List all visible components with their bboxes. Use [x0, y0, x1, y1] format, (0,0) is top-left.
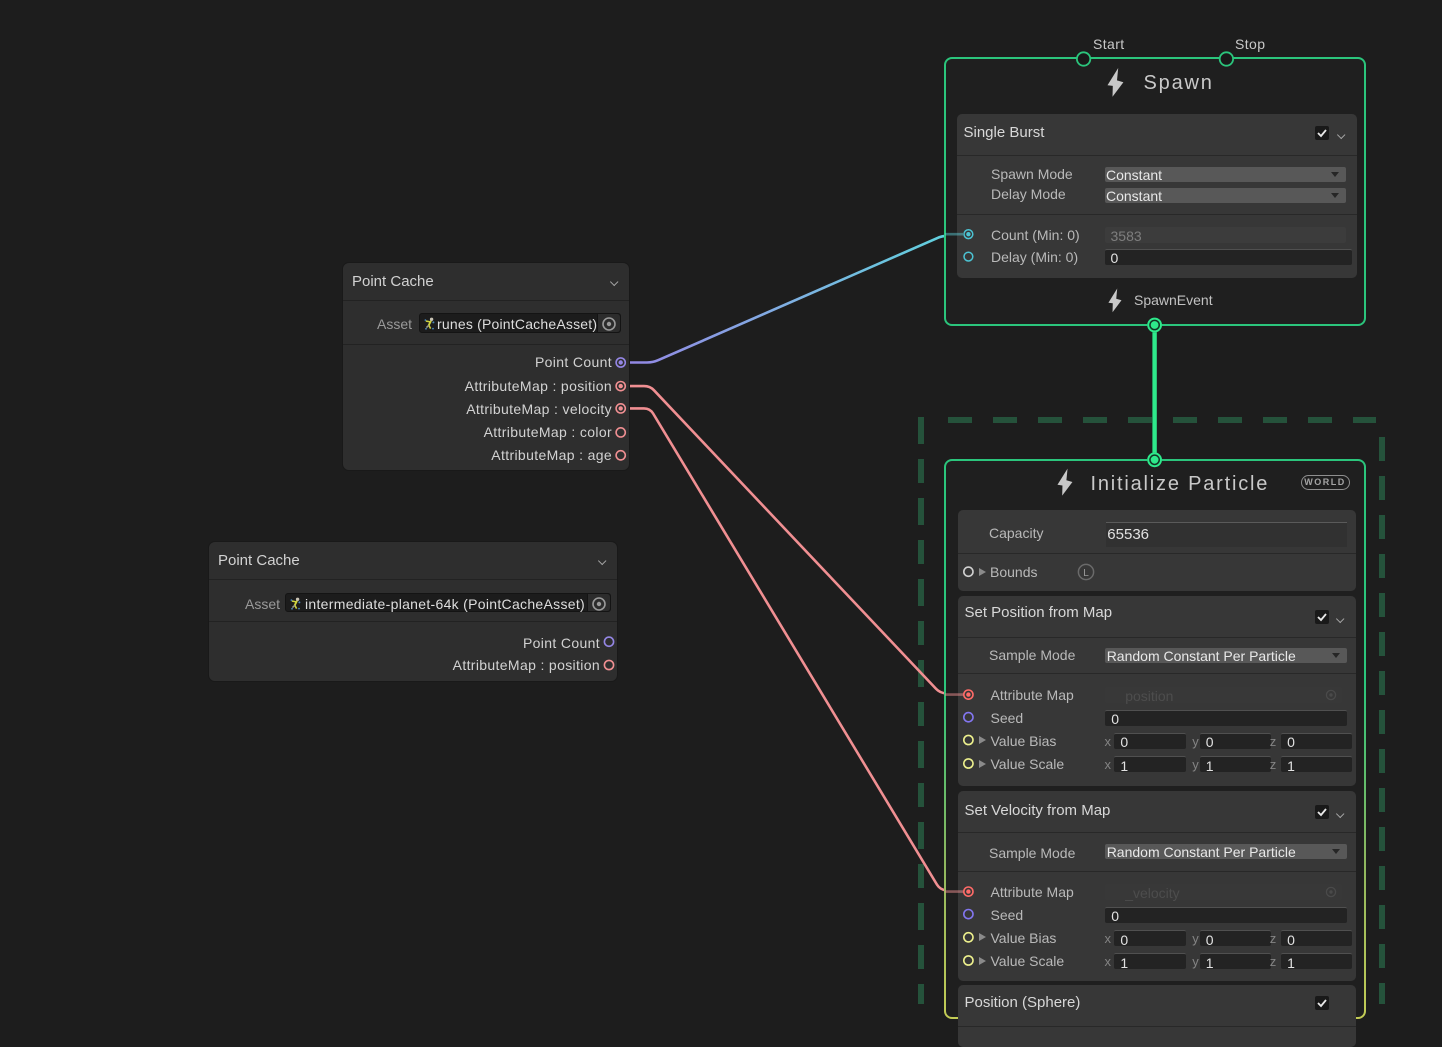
svg-text:L: L	[1084, 568, 1090, 579]
